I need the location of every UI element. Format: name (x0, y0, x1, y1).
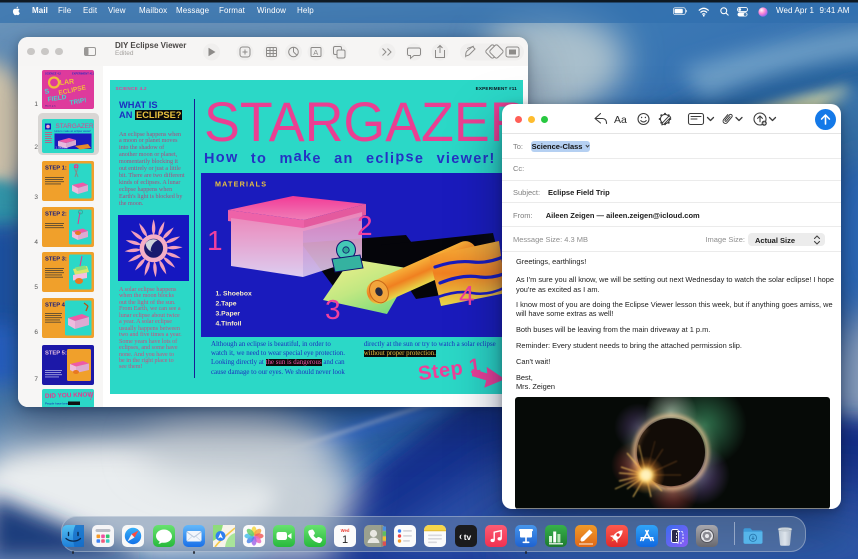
svg-text:STARGAZER: STARGAZER (56, 123, 94, 130)
svg-text:2.Tape: 2.Tape (215, 301, 236, 308)
svg-text:A: A (313, 48, 318, 57)
svg-text:1. Shoebox: 1. Shoebox (215, 291, 251, 298)
svg-text:EXPERIMENT #11: EXPERIMENT #11 (72, 72, 94, 76)
svg-text:How to make an eclipse viewer!: How to make an eclipse viewer! (55, 129, 92, 133)
svg-text:LAR: LAR (59, 79, 74, 87)
svg-text:?: ? (89, 396, 93, 402)
svg-text:SCIENCE 4.2: SCIENCE 4.2 (45, 72, 61, 76)
svg-text:STEP 4:: STEP 4: (45, 302, 67, 308)
svg-text:Wed 1 p.m.: Wed 1 p.m. (45, 106, 57, 108)
svg-text:4: 4 (459, 280, 475, 311)
svg-text:1: 1 (207, 225, 223, 256)
svg-text:People have been: People have been (45, 401, 70, 405)
svg-text:tv: tv (463, 532, 471, 542)
svg-text:4.Tinfoil: 4.Tinfoil (215, 321, 241, 328)
svg-text:2: 2 (357, 210, 373, 241)
svg-text:MATERIALS: MATERIALS (215, 180, 267, 189)
svg-text:STEP 2:: STEP 2: (45, 212, 67, 218)
svg-text:Aa: Aa (614, 114, 627, 126)
svg-text:3: 3 (325, 294, 341, 325)
svg-text:1: 1 (342, 534, 348, 546)
svg-text:Wed: Wed (340, 528, 349, 533)
svg-text:3.Paper: 3.Paper (215, 311, 240, 318)
svg-text:STEP 1:: STEP 1: (45, 166, 67, 172)
svg-text:STEP 5:: STEP 5: (45, 350, 67, 356)
svg-text:STEP 3:: STEP 3: (45, 257, 67, 263)
svg-text:1. Shoebox: 1. Shoebox (56, 146, 69, 149)
